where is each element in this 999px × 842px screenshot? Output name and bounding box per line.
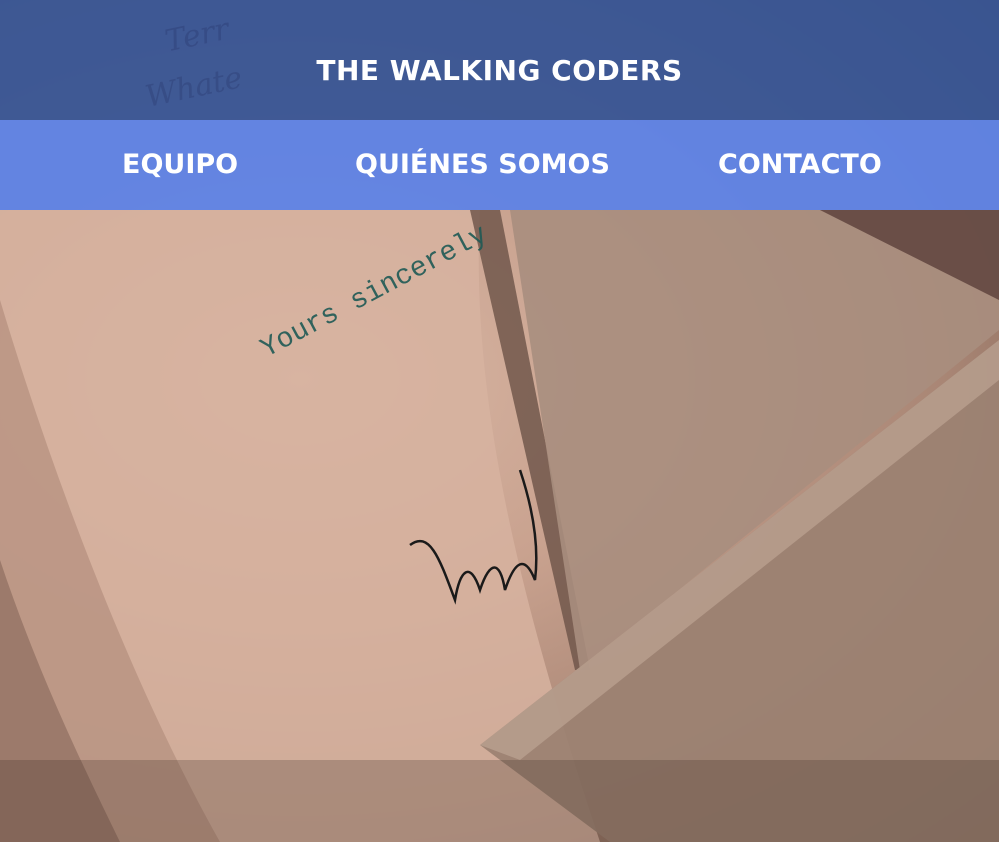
nav-item-equipo[interactable]: EQUIPO [122,120,238,210]
landing-page: Yours sincerely Terr Whate THE WALKING C… [0,0,999,842]
background-handwriting: Whate [142,60,246,115]
site-title: THE WALKING CODERS [316,53,683,87]
nav-item-quienes-somos[interactable]: QUIÉNES SOMOS [355,120,610,210]
site-header: Terr Whate THE WALKING CODERS [0,0,999,120]
background-handwriting: Terr [162,11,233,60]
main-navigation: EQUIPO QUIÉNES SOMOS CONTACTO [0,120,999,210]
nav-item-contacto[interactable]: CONTACTO [718,120,882,210]
